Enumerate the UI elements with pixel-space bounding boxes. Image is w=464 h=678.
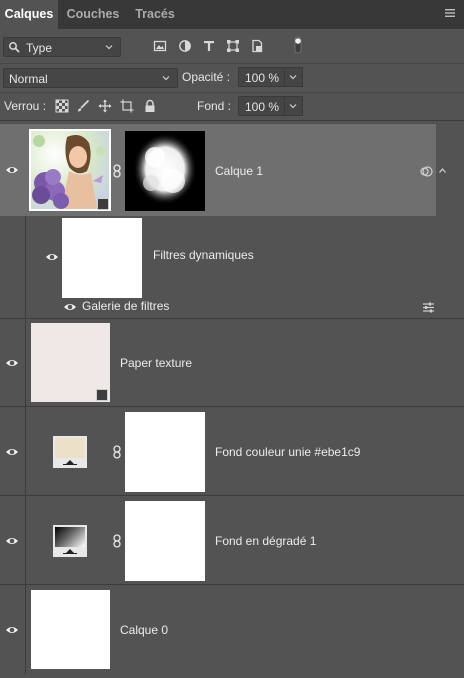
fill-dropdown-arrow[interactable] bbox=[284, 97, 302, 115]
smart-filter-mask-thumbnail[interactable] bbox=[62, 218, 142, 298]
chevron-down-icon bbox=[289, 75, 297, 80]
opacity-value: 100 % bbox=[245, 71, 280, 85]
visibility-eye-icon[interactable] bbox=[45, 252, 59, 262]
filter-blending-options-icon[interactable] bbox=[422, 302, 435, 313]
adjustment-filter-icon[interactable] bbox=[178, 39, 192, 53]
lock-bar: Verrou : Fond : 100 % bbox=[0, 92, 464, 121]
filter-kind-label: Type bbox=[26, 41, 53, 55]
gradient-swatch bbox=[55, 527, 85, 547]
lock-transparent-pixels-icon[interactable] bbox=[55, 99, 69, 113]
gradient-layer-icon[interactable] bbox=[53, 525, 87, 557]
layer-row-smart-filters[interactable]: Filtres dynamiques Galerie de filtres bbox=[0, 216, 464, 319]
layer-name[interactable]: Calque 0 bbox=[120, 623, 168, 637]
smart-object-badge-icon bbox=[96, 389, 108, 401]
layer-name[interactable]: Fond couleur unie #ebe1c9 bbox=[215, 445, 360, 459]
layer-mask-thumbnail[interactable] bbox=[125, 501, 205, 581]
search-icon bbox=[9, 42, 20, 53]
visibility-eye-icon[interactable] bbox=[63, 302, 77, 312]
chevron-down-icon bbox=[162, 76, 170, 81]
lock-image-pixels-icon[interactable] bbox=[76, 99, 90, 113]
blend-mode-dropdown[interactable]: Normal bbox=[3, 68, 178, 88]
fill-label: Fond : bbox=[197, 99, 232, 113]
link-chain-icon[interactable] bbox=[112, 164, 122, 178]
visibility-eye-icon[interactable] bbox=[5, 625, 19, 635]
fill-type-arrow-icon bbox=[63, 460, 77, 465]
link-chain-icon[interactable] bbox=[112, 534, 122, 548]
layer-thumbnail[interactable] bbox=[31, 590, 110, 669]
lock-all-icon[interactable] bbox=[143, 99, 157, 113]
opacity-dropdown-arrow[interactable] bbox=[284, 68, 302, 86]
smart-object-filter-icon[interactable] bbox=[250, 39, 264, 53]
layer-mask-thumbnail[interactable] bbox=[125, 131, 205, 211]
layer-row-calque-1[interactable]: Calque 1 bbox=[0, 124, 464, 216]
layer-row-calque-0[interactable]: Calque 0 bbox=[0, 585, 464, 674]
opacity-field[interactable]: 100 % bbox=[238, 67, 303, 87]
collapse-caret-icon[interactable] bbox=[438, 167, 447, 174]
visibility-eye-icon[interactable] bbox=[5, 536, 19, 546]
smart-filters-indicator-icon[interactable] bbox=[420, 165, 433, 178]
visibility-eye-icon[interactable] bbox=[5, 165, 19, 175]
layer-row-gradient-fill[interactable]: Fond en dégradé 1 bbox=[0, 496, 464, 585]
smart-object-badge-icon bbox=[97, 198, 109, 210]
filter-toggle-icon[interactable] bbox=[293, 35, 303, 55]
layer-name[interactable]: Fond en dégradé 1 bbox=[215, 534, 316, 548]
lock-artboard-icon[interactable] bbox=[120, 99, 134, 113]
fill-layer-icon[interactable] bbox=[53, 436, 87, 468]
chevron-down-icon bbox=[105, 45, 113, 50]
fill-field[interactable]: 100 % bbox=[238, 96, 303, 116]
blend-mode-value: Normal bbox=[9, 72, 48, 86]
mask-cloud-image bbox=[133, 133, 197, 205]
lock-label: Verrou : bbox=[4, 99, 47, 113]
panel-tab-bar: Calques Couches Tracés bbox=[0, 0, 464, 29]
tab-traces[interactable]: Tracés bbox=[128, 0, 182, 29]
fill-type-arrow-icon bbox=[63, 549, 77, 554]
link-chain-icon[interactable] bbox=[112, 445, 122, 459]
tab-couches[interactable]: Couches bbox=[60, 0, 126, 29]
layer-row-paper-texture[interactable]: Paper texture bbox=[0, 319, 464, 407]
layer-mask-thumbnail[interactable] bbox=[125, 412, 205, 492]
layer-name[interactable]: Calque 1 bbox=[215, 164, 263, 178]
color-swatch bbox=[55, 438, 85, 458]
smart-filters-label[interactable]: Filtres dynamiques bbox=[153, 248, 254, 262]
filter-gallery-label[interactable]: Galerie de filtres bbox=[82, 299, 169, 313]
blend-mode-bar: Normal Opacité : 100 % bbox=[0, 63, 464, 93]
panel-menu-icon[interactable] bbox=[444, 7, 456, 19]
chevron-down-icon bbox=[289, 104, 297, 109]
layer-filter-bar: Type bbox=[0, 29, 464, 64]
tab-calques[interactable]: Calques bbox=[0, 0, 58, 29]
visibility-column bbox=[0, 216, 26, 318]
filter-kind-dropdown[interactable]: Type bbox=[3, 37, 121, 57]
visibility-eye-icon[interactable] bbox=[5, 358, 19, 368]
visibility-eye-icon[interactable] bbox=[5, 447, 19, 457]
lock-position-icon[interactable] bbox=[98, 99, 112, 113]
shape-filter-icon[interactable] bbox=[226, 39, 240, 53]
opacity-label: Opacité : bbox=[182, 70, 231, 84]
image-filter-icon[interactable] bbox=[153, 39, 167, 53]
layer-row-solid-fill[interactable]: Fond couleur unie #ebe1c9 bbox=[0, 407, 464, 496]
layer-name[interactable]: Paper texture bbox=[120, 356, 192, 370]
fill-value: 100 % bbox=[245, 100, 280, 114]
type-filter-icon[interactable] bbox=[202, 39, 216, 53]
